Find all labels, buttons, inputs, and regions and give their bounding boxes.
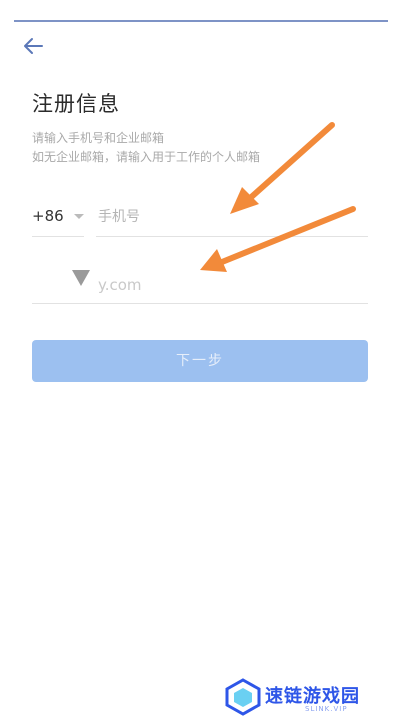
country-code-underline (32, 236, 84, 237)
phone-input[interactable] (98, 204, 366, 230)
watermark-cube-icon (225, 678, 261, 716)
annotation-arrow-phone-icon (230, 122, 335, 214)
top-divider (14, 20, 388, 22)
hint-line-2: 如无企业邮箱，请输入用于工作的个人邮箱 (32, 150, 261, 164)
email-underline (32, 303, 368, 304)
next-step-button[interactable]: 下一步 (32, 340, 368, 382)
page-title: 注册信息 (32, 92, 120, 116)
watermark-subtext: SLINK.VIP (305, 705, 348, 713)
country-code-selector[interactable]: +86 (32, 207, 64, 225)
hint-line-1: 请输入手机号和企业邮箱 (32, 131, 165, 145)
email-input[interactable] (98, 272, 366, 298)
phone-underline (96, 236, 368, 237)
back-arrow-icon[interactable] (22, 36, 44, 56)
email-domain-dropdown-icon[interactable] (72, 270, 90, 286)
country-code-dropdown-icon[interactable] (74, 214, 84, 219)
